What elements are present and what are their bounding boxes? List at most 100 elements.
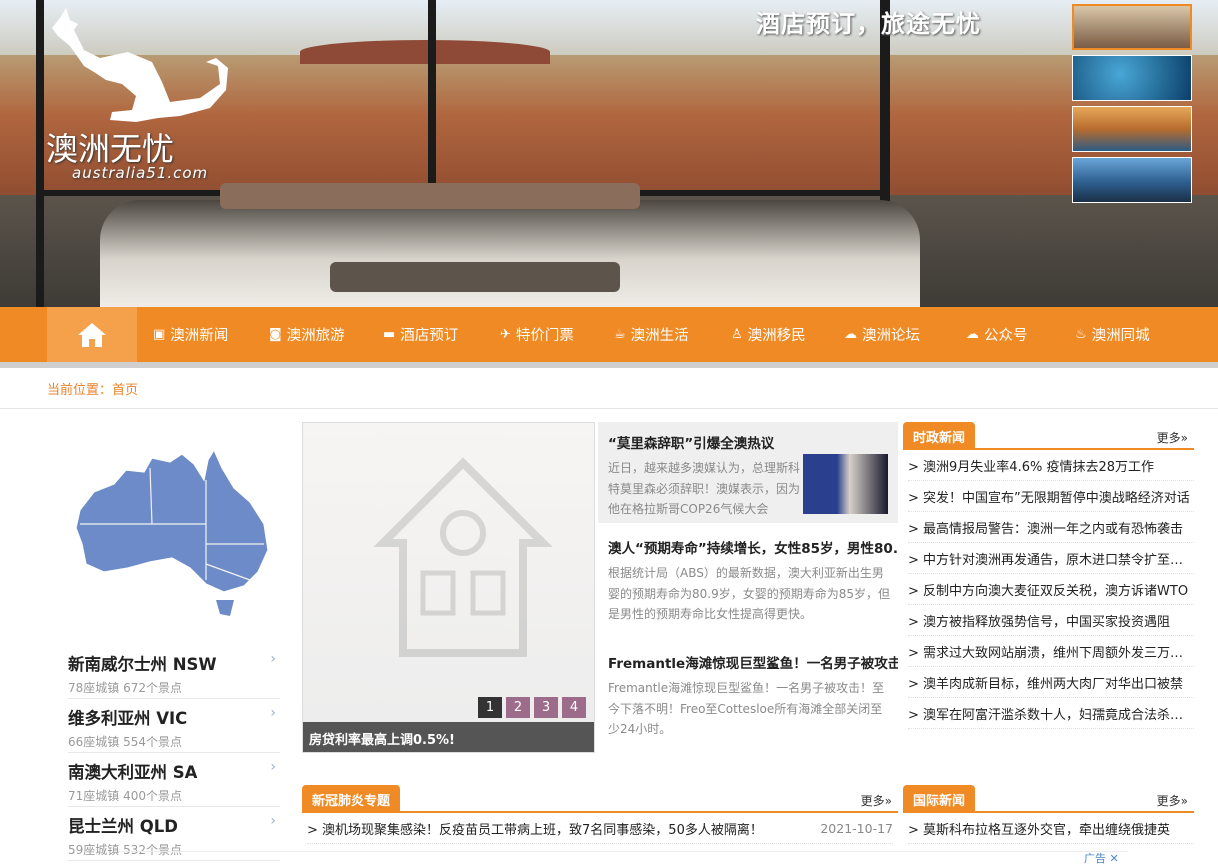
map-tasmania[interactable] — [216, 600, 234, 616]
nav-label: 酒店预订 — [400, 328, 459, 344]
nav-item-local[interactable]: ♨ 澳洲同城 — [1075, 307, 1150, 362]
list-item-date: 2021-10-17 — [820, 820, 893, 836]
coffee-icon: ☕ — [614, 327, 626, 342]
fire-icon: ♨ — [1075, 327, 1087, 342]
state-name: 新南威尔士州 NSW — [68, 655, 217, 674]
state-info: 71座城镇 400个景点 — [68, 789, 182, 803]
news-summary: 近日，越来越多澳媒认为，总理斯科特莫里森必须辞职！澳媒表示，因为他在格拉斯哥CO… — [608, 461, 800, 516]
news-title[interactable]: “莫里森辞职”引爆全澳热议 — [608, 432, 888, 452]
chevron-right-icon: › — [270, 813, 276, 829]
nav-label: 澳洲论坛 — [862, 328, 920, 344]
nav-label: 澳洲旅游 — [286, 328, 345, 344]
banner-thumb-4[interactable] — [1072, 157, 1192, 203]
chat-icon: ☁ — [844, 327, 857, 342]
list-item[interactable]: > 反制中方向澳大麦征双反关税，澳方诉诸WTO — [908, 574, 1194, 605]
site-slogan: 酒店预订，旅途无忧 — [756, 10, 981, 38]
nav-item-travel[interactable]: ◙ 澳洲旅游 — [269, 307, 345, 362]
banner-thumb-3[interactable] — [1072, 106, 1192, 152]
news-title[interactable]: Fremantle海滩惊现巨型鲨鱼！一名男子被攻击 — [608, 652, 898, 672]
news-thumbnail[interactable] — [803, 454, 888, 514]
news-item-1[interactable]: “莫里森辞职”引爆全澳热议 近日，越来越多澳媒认为，总理斯科特莫里森必须辞职！澳… — [598, 422, 898, 523]
slider-page-1[interactable]: 1 — [478, 697, 502, 718]
list-item[interactable]: > 莫斯科布拉格互逐外交官，牵出缠绕俄捷英 — [908, 813, 1194, 844]
nav-home[interactable] — [47, 307, 137, 362]
news-title[interactable]: 澳人“预期寿命”持续增长，女性85岁，男性80.9岁 — [608, 537, 898, 557]
banner-thumb-2[interactable] — [1072, 55, 1192, 101]
page: 酒店预订，旅途无忧 澳洲无忧 australia51.com ▣ 澳洲新闻 ◙ — [0, 0, 1218, 864]
state-info: 78座城镇 672个景点 — [68, 681, 182, 695]
banner-thumbnails — [1072, 4, 1194, 208]
list-item[interactable]: > 澳军在阿富汗滥杀数十人，妇孺竟成合法杀戮目标 — [908, 698, 1194, 729]
close-icon[interactable]: ✕ — [1110, 852, 1119, 864]
news-summary: 根据统计局（ABS）的最新数据，澳大利亚新出生男婴的预期寿命为80.9岁，女婴的… — [608, 566, 890, 621]
list-item[interactable]: > 澳洲9月失业率4.6% 疫情抹去28万工作 — [908, 450, 1194, 481]
slider-pager: 1 2 3 4 — [474, 697, 586, 718]
nav-label: 澳洲新闻 — [170, 328, 229, 344]
nav-label: 澳洲移民 — [747, 328, 806, 344]
more-link[interactable]: 更多» — [1157, 429, 1188, 446]
nav-item-tickets[interactable]: ✈ 特价门票 — [500, 307, 574, 362]
slider-caption[interactable]: 房贷利率最高上调0.5%! — [303, 722, 594, 752]
list-item[interactable]: > 澳羊肉成新目标，维州两大肉厂对华出口被禁 — [908, 667, 1194, 698]
state-name: 维多利亚州 VIC — [68, 709, 188, 728]
panel-title[interactable]: 国际新闻 — [903, 785, 976, 813]
map-mainland[interactable] — [75, 448, 269, 593]
nav-item-forum[interactable]: ☁ 澳洲论坛 — [844, 307, 920, 362]
kangaroo-logo-icon — [52, 8, 228, 122]
slider-page-2[interactable]: 2 — [506, 697, 530, 718]
nav-item-life[interactable]: ☕ 澳洲生活 — [614, 307, 689, 362]
site-logo[interactable]: 澳洲无忧 australia51.com — [40, 6, 240, 186]
newspaper-icon: ▣ — [153, 327, 166, 342]
state-item-sa[interactable]: 南澳大利亚州 SA 71座城镇 400个景点 › — [68, 753, 280, 807]
nav-item-immigration[interactable]: ♙ 澳洲移民 — [731, 307, 806, 362]
list-item[interactable]: > 突发！中国宣布”无限期暂停中澳战略经济对话 — [908, 481, 1194, 512]
wechat-icon: ☁ — [966, 327, 979, 342]
person-icon: ♙ — [731, 327, 743, 342]
list-item[interactable]: > 最高情报局警告：澳洲一年之内或有恐怖袭击 — [908, 512, 1194, 543]
featured-slider[interactable]: 1 2 3 4 房贷利率最高上调0.5%! — [302, 422, 595, 753]
panel-politics: 时政新闻 更多» > 澳洲9月失业率4.6% 疫情抹去28万工作 > 突发！中国… — [903, 422, 1194, 729]
chevron-right-icon: › — [270, 759, 276, 775]
home-icon — [78, 322, 106, 347]
state-name: 南澳大利亚州 SA — [68, 763, 198, 782]
news-item-2[interactable]: 澳人“预期寿命”持续增长，女性85岁，男性80.9岁 根据统计局（ABS）的最新… — [598, 537, 898, 625]
state-name: 昆士兰州 QLD — [68, 817, 178, 836]
nav-label: 澳洲生活 — [630, 328, 689, 344]
house-illustration-icon — [373, 457, 553, 657]
more-link[interactable]: 更多» — [861, 792, 892, 809]
breadcrumb-divider — [0, 408, 1218, 409]
breadcrumb[interactable]: 当前位置：首页 — [47, 379, 138, 398]
state-info: 66座城镇 554个景点 — [68, 735, 182, 749]
news-summary: Fremantle海滩惊现巨型鲨鱼！一名男子被攻击！至今下落不明！Freo至Co… — [608, 681, 885, 736]
panel-international: 国际新闻 更多» > 莫斯科布拉格互逐外交官，牵出缠绕俄捷英 — [903, 785, 1194, 844]
camera-icon: ◙ — [269, 327, 282, 342]
slider-page-4[interactable]: 4 — [562, 697, 586, 718]
australia-map[interactable] — [74, 440, 274, 630]
logo-text-en: australia51.com — [72, 164, 209, 182]
panel-title[interactable]: 时政新闻 — [903, 422, 976, 450]
state-item-nsw[interactable]: 新南威尔士州 NSW 78座城镇 672个景点 › — [68, 645, 280, 699]
panel-title[interactable]: 新冠肺炎专题 — [302, 785, 401, 813]
list-item[interactable]: > 澳机场现聚集感染！反疫苗员工带病上班，致7名同事感染，50多人被隔离！ 20… — [307, 813, 893, 844]
main-nav: ▣ 澳洲新闻 ◙ 澳洲旅游 ▬ 酒店预订 ✈ 特价门票 ☕ 澳洲生活 ♙ 澳洲移… — [0, 307, 1218, 362]
news-item-3[interactable]: Fremantle海滩惊现巨型鲨鱼！一名男子被攻击 Fremantle海滩惊现巨… — [598, 652, 898, 740]
nav-label: 澳洲同城 — [1091, 328, 1150, 344]
nav-item-news[interactable]: ▣ 澳洲新闻 — [153, 307, 228, 362]
slider-page-3[interactable]: 3 — [534, 697, 558, 718]
ad-label[interactable]: 广告 ✕ — [1084, 850, 1119, 864]
list-item[interactable]: > 中方针对澳洲再发通告，原木进口禁令扩至全境 — [908, 543, 1194, 574]
chevron-right-icon: › — [270, 705, 276, 721]
plane-icon: ✈ — [500, 327, 511, 342]
nav-item-hotel[interactable]: ▬ 酒店预订 — [383, 307, 458, 362]
nav-label: 公众号 — [984, 328, 1028, 344]
nav-item-wechat[interactable]: ☁ 公众号 — [966, 307, 1028, 362]
ad-bar[interactable] — [118, 851, 1128, 864]
list-item[interactable]: > 需求过大致网站崩溃，维州下周额外发三万个名额 — [908, 636, 1194, 667]
nav-divider — [0, 362, 1218, 368]
states-list: 新南威尔士州 NSW 78座城镇 672个景点 › 维多利亚州 VIC 66座城… — [68, 645, 280, 861]
state-item-vic[interactable]: 维多利亚州 VIC 66座城镇 554个景点 › — [68, 699, 280, 753]
chevron-right-icon: › — [270, 651, 276, 667]
list-item[interactable]: > 澳方被指释放强势信号，中国买家投资遇阻 — [908, 605, 1194, 636]
banner-thumb-1[interactable] — [1072, 4, 1192, 50]
more-link[interactable]: 更多» — [1157, 792, 1188, 809]
